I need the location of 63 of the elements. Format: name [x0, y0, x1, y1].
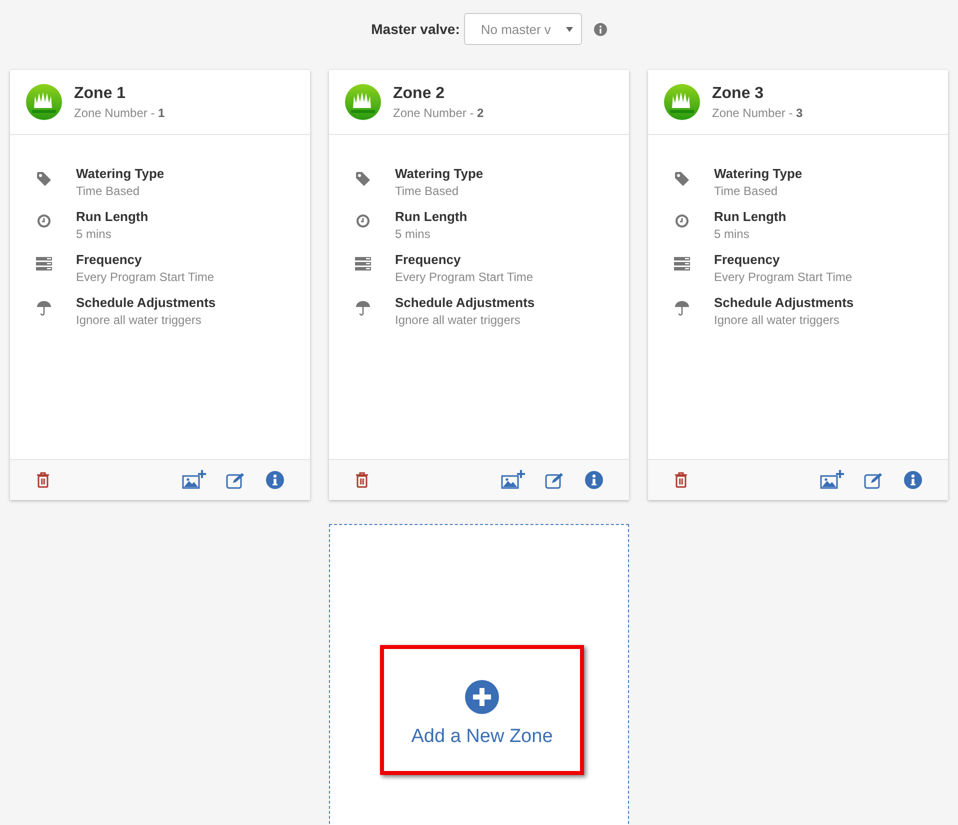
detail-label: Frequency [395, 252, 462, 267]
detail-value: Ignore all water triggers [76, 313, 202, 327]
detail-label: Run Length [395, 209, 468, 224]
detail-value: Time Based [395, 184, 460, 198]
detail-label: Frequency [76, 252, 143, 267]
zone-title: Zone 3 [712, 84, 765, 102]
clock-icon [37, 214, 51, 228]
info-icon[interactable] [266, 471, 284, 489]
add-image-icon[interactable] [182, 470, 206, 490]
detail-value: Time Based [76, 184, 141, 198]
master-valve-select[interactable]: No master v [464, 13, 582, 45]
detail-label: Schedule Adjustments [395, 295, 535, 310]
info-icon[interactable] [904, 471, 922, 489]
master-valve-label: Master valve: [371, 21, 460, 37]
detail-value: Every Program Start Time [395, 270, 534, 284]
add-image-icon[interactable] [501, 470, 525, 490]
detail-label: Run Length [714, 209, 786, 224]
detail-value: 5 mins [395, 227, 432, 241]
delete-icon[interactable] [36, 472, 50, 488]
add-zone-button[interactable]: Add a New Zone [384, 649, 580, 771]
detail-label: Watering Type [395, 166, 484, 181]
dropdown-arrow-icon [566, 26, 573, 32]
edit-icon[interactable] [864, 472, 884, 488]
grass-icon [26, 84, 62, 120]
umbrella-icon [355, 300, 371, 316]
clock-icon [356, 214, 370, 228]
info-icon[interactable] [585, 471, 603, 489]
list-icon [355, 257, 371, 271]
plus-icon [465, 680, 499, 714]
grass-icon [345, 84, 381, 120]
zone-title: Zone 2 [393, 84, 446, 102]
detail-value: Time Based [714, 184, 779, 198]
detail-value: Every Program Start Time [76, 270, 214, 284]
tag-icon [674, 171, 690, 187]
detail-label: Schedule Adjustments [76, 295, 216, 310]
info-icon[interactable] [594, 22, 607, 36]
add-image-icon[interactable] [820, 470, 844, 490]
tag-icon [36, 171, 52, 187]
zone-title: Zone 1 [74, 84, 127, 102]
list-icon [36, 257, 52, 271]
detail-label: Watering Type [714, 166, 802, 181]
detail-value: 5 mins [76, 227, 112, 241]
detail-value: Every Program Start Time [714, 270, 852, 284]
umbrella-icon [674, 300, 690, 316]
zone-number: Zone Number - 1 [74, 106, 165, 120]
detail-label: Run Length [76, 209, 148, 224]
zone-number: Zone Number - 3 [712, 106, 803, 120]
delete-icon[interactable] [674, 472, 688, 488]
detail-label: Schedule Adjustments [714, 295, 854, 310]
detail-value: 5 mins [714, 227, 750, 241]
tag-icon [355, 171, 371, 187]
list-icon [674, 257, 690, 271]
delete-icon[interactable] [355, 472, 369, 488]
edit-icon[interactable] [226, 472, 246, 488]
detail-label: Watering Type [76, 166, 164, 181]
zone-number: Zone Number - 2 [393, 106, 484, 120]
detail-value: Ignore all water triggers [395, 313, 522, 327]
clock-icon [675, 214, 689, 228]
grass-icon [664, 84, 700, 120]
detail-label: Frequency [714, 252, 781, 267]
umbrella-icon [36, 300, 52, 316]
edit-icon[interactable] [545, 472, 565, 488]
detail-value: Ignore all water triggers [714, 313, 840, 327]
